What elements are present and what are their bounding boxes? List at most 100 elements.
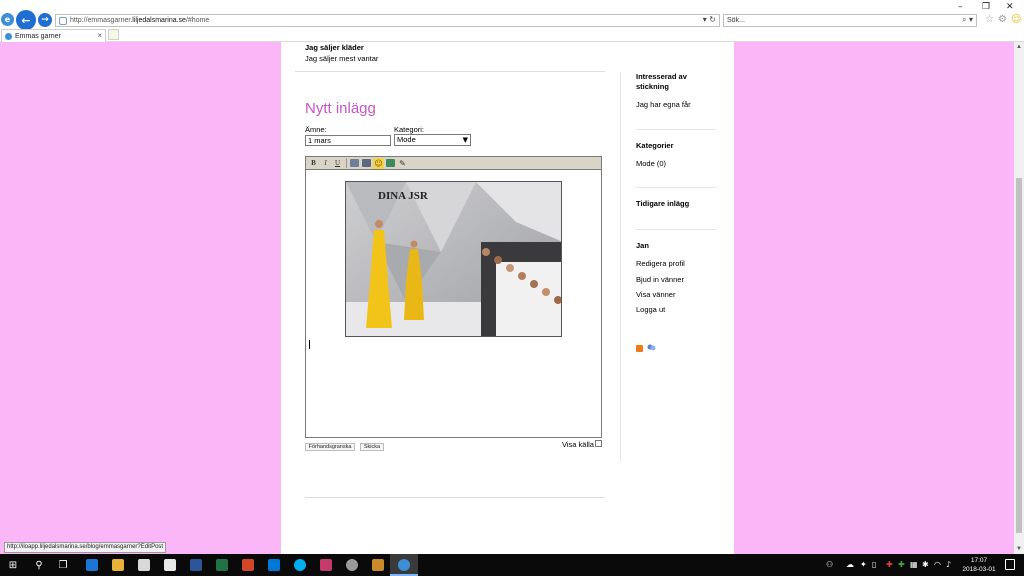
search-icon[interactable]: ⌕ ▾ <box>962 15 973 25</box>
battery-icon[interactable]: ▯ <box>872 560 876 569</box>
wifi-icon[interactable]: ◠ <box>934 560 941 569</box>
monitor-icon[interactable] <box>268 559 280 571</box>
smiley-icon[interactable]: ☺ <box>1011 14 1021 25</box>
page-icon <box>59 16 67 25</box>
sidebar-categories-heading: Kategorier <box>636 141 674 150</box>
store-icon[interactable] <box>138 559 150 571</box>
back-button[interactable]: ← <box>16 10 36 30</box>
url-domain: liljedalsmarina.se <box>132 17 186 24</box>
sidebar-link-show-friends[interactable]: Visa vänner <box>636 290 675 299</box>
url-prefix: http://emmasgarner. <box>70 17 133 24</box>
ie-taskbar-button[interactable] <box>390 554 418 576</box>
restore-button[interactable]: ❐ <box>982 2 990 12</box>
edit-button[interactable]: ✎ <box>397 158 408 169</box>
ie-logo-icon[interactable]: e <box>1 13 14 26</box>
toolbar-separator <box>346 158 347 168</box>
browser-chrome: e ← → http://emmasgarner.liljedalsmarina… <box>0 0 1024 42</box>
italic-button[interactable]: I <box>320 158 331 169</box>
subject-input[interactable]: 1 mars <box>305 135 391 146</box>
subject-label: Ämne: <box>305 125 327 134</box>
insert-link-button[interactable] <box>349 158 360 169</box>
scrollbar-thumb[interactable] <box>1016 178 1022 533</box>
taskbar: ⊞ ⚲ ❐ ⚇ ☁ ✦ ▯ ✚ ✚ ▦ ✱ ◠ ♪ 17:07 2018-03-… <box>0 554 1024 576</box>
close-button[interactable]: ✕ <box>1006 2 1014 12</box>
task-view-icon[interactable]: ❐ <box>56 558 70 572</box>
pencil-icon: ✎ <box>399 158 406 168</box>
tab-label: Emmas garner <box>15 32 61 40</box>
post-editor[interactable]: DINA JSR <box>305 170 602 438</box>
emoticon-button[interactable]: ☺ <box>373 157 384 169</box>
scroll-down-icon[interactable]: ▼ <box>1014 546 1024 552</box>
tab-emmas-garner[interactable]: Emmas garner × <box>1 29 106 42</box>
underline-button[interactable]: U <box>332 158 343 169</box>
category-label: Kategori: <box>394 125 425 134</box>
messenger-icon[interactable] <box>647 344 656 352</box>
bold-button[interactable]: B <box>308 158 319 169</box>
skype-icon[interactable] <box>294 559 306 571</box>
page-title: Nytt inlägg <box>305 100 376 117</box>
refresh-icon[interactable]: ▾ ↻ <box>703 15 716 24</box>
mail-icon[interactable] <box>164 559 176 571</box>
sidebar-interest-text: Jag har egna får <box>636 100 691 109</box>
search-icon[interactable]: ⚲ <box>32 558 46 572</box>
sidebar-link-edit-profile[interactable]: Redigera profil <box>636 259 685 268</box>
show-source-checkbox[interactable] <box>595 440 602 447</box>
onedrive-icon[interactable]: ☁ <box>846 560 854 569</box>
powerpoint-icon[interactable] <box>242 559 254 571</box>
paint-icon[interactable] <box>320 559 332 571</box>
notifications-icon[interactable] <box>1005 559 1015 570</box>
antivirus-icon[interactable]: ✚ <box>886 560 893 569</box>
scroll-up-icon[interactable]: ▲ <box>1014 44 1024 50</box>
address-bar[interactable]: http://emmasgarner.liljedalsmarina.se/#h… <box>55 14 720 27</box>
category-select[interactable]: Mode ▼ <box>394 134 471 146</box>
security-icon[interactable]: ✚ <box>898 560 905 569</box>
insert-image-button[interactable] <box>385 158 396 169</box>
link-icon <box>350 159 359 167</box>
bluetooth-icon[interactable]: ✦ <box>860 560 867 569</box>
blog-page: Jag säljer kläder Jag säljer mest vantar… <box>281 42 734 554</box>
editor-toolbar: B I U ☺ ✎ <box>305 156 602 170</box>
url-suffix: /#home <box>185 17 210 24</box>
clock-date[interactable]: 2018-03-01 <box>960 566 998 573</box>
excel-icon[interactable] <box>216 559 228 571</box>
file-explorer-icon[interactable] <box>112 559 124 571</box>
forward-button[interactable]: → <box>38 13 52 27</box>
clock-time[interactable]: 17:07 <box>968 557 990 564</box>
runway-photo: DINA JSR <box>346 182 561 336</box>
preview-button[interactable]: Förhandsgranska <box>305 443 355 451</box>
edge-icon[interactable] <box>86 559 98 571</box>
star-icon[interactable]: ☆ <box>985 14 994 25</box>
search-placeholder: Sök... <box>727 17 745 24</box>
volume-icon[interactable]: ♪ <box>946 560 951 569</box>
tab-close-icon[interactable]: × <box>97 31 102 40</box>
sidebar-divider <box>620 72 621 462</box>
previous-post-text: Jag säljer mest vantar <box>305 54 379 63</box>
settings-icon[interactable] <box>346 559 358 571</box>
divider <box>305 497 605 498</box>
previous-post-title: Jag säljer kläder <box>305 43 364 52</box>
sidebar-divider-line <box>636 229 716 230</box>
tray-app-icon[interactable]: ✱ <box>922 560 929 569</box>
runway-image[interactable]: DINA JSR <box>345 181 562 337</box>
sidebar-link-invite-friends[interactable]: Bjud in vänner <box>636 275 684 284</box>
network-icon[interactable]: ▦ <box>910 560 918 569</box>
people-icon[interactable]: ⚇ <box>826 560 833 569</box>
windows-start-icon[interactable]: ⊞ <box>6 558 20 572</box>
sidebar-interest-heading: Intresserad av stickning <box>636 72 687 91</box>
sidebar-earlier-posts-heading: Tidigare inlägg <box>636 199 690 208</box>
new-tab-button[interactable] <box>108 29 119 40</box>
sidebar-category-mode[interactable]: Mode (0) <box>636 159 666 168</box>
divider <box>295 71 605 72</box>
sidebar-link-logout[interactable]: Logga ut <box>636 305 665 314</box>
address-url[interactable]: http://emmasgarner.liljedalsmarina.se/#h… <box>70 17 209 24</box>
search-input[interactable]: Sök... ⌕ ▾ <box>723 14 977 27</box>
photos-icon[interactable] <box>372 559 384 571</box>
gear-icon[interactable]: ⚙ <box>998 14 1007 25</box>
text-caret <box>309 340 310 349</box>
rss-icon[interactable] <box>636 345 643 352</box>
send-button[interactable]: Skicka <box>360 443 384 451</box>
minimize-button[interactable]: – <box>958 2 963 12</box>
page-scrollbar[interactable]: ▲ ▼ <box>1014 42 1024 554</box>
word-icon[interactable] <box>190 559 202 571</box>
insert-media-button[interactable] <box>361 158 372 169</box>
